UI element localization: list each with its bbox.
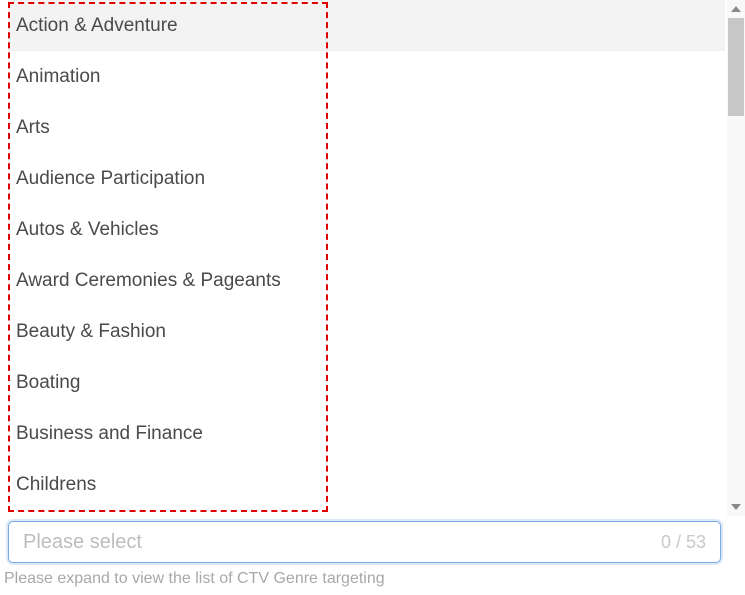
option-item[interactable]: Audience Participation <box>8 153 725 204</box>
option-item[interactable]: Action & Adventure <box>8 0 725 51</box>
option-item[interactable]: Arts <box>8 102 725 153</box>
scrollbar[interactable] <box>727 0 745 516</box>
dropdown-panel: Action & Adventure Animation Arts Audien… <box>0 0 745 595</box>
option-item[interactable]: Animation <box>8 51 725 102</box>
option-item[interactable]: Autos & Vehicles <box>8 204 725 255</box>
option-item[interactable]: Beauty & Fashion <box>8 306 725 357</box>
scroll-up-arrow-icon[interactable] <box>727 0 745 18</box>
scroll-thumb[interactable] <box>728 18 744 116</box>
option-list: Action & Adventure Animation Arts Audien… <box>8 0 725 516</box>
selection-counter: 0 / 53 <box>653 532 706 553</box>
option-item[interactable]: Childrens <box>8 459 725 510</box>
select-search-input[interactable] <box>23 531 653 554</box>
option-item[interactable]: Boating <box>8 357 725 408</box>
select-input-container[interactable]: 0 / 53 <box>8 521 721 563</box>
option-item[interactable]: Business and Finance <box>8 408 725 459</box>
option-item[interactable]: Award Ceremonies & Pageants <box>8 255 725 306</box>
scroll-down-arrow-icon[interactable] <box>727 498 745 516</box>
helper-text: Please expand to view the list of CTV Ge… <box>4 570 385 588</box>
